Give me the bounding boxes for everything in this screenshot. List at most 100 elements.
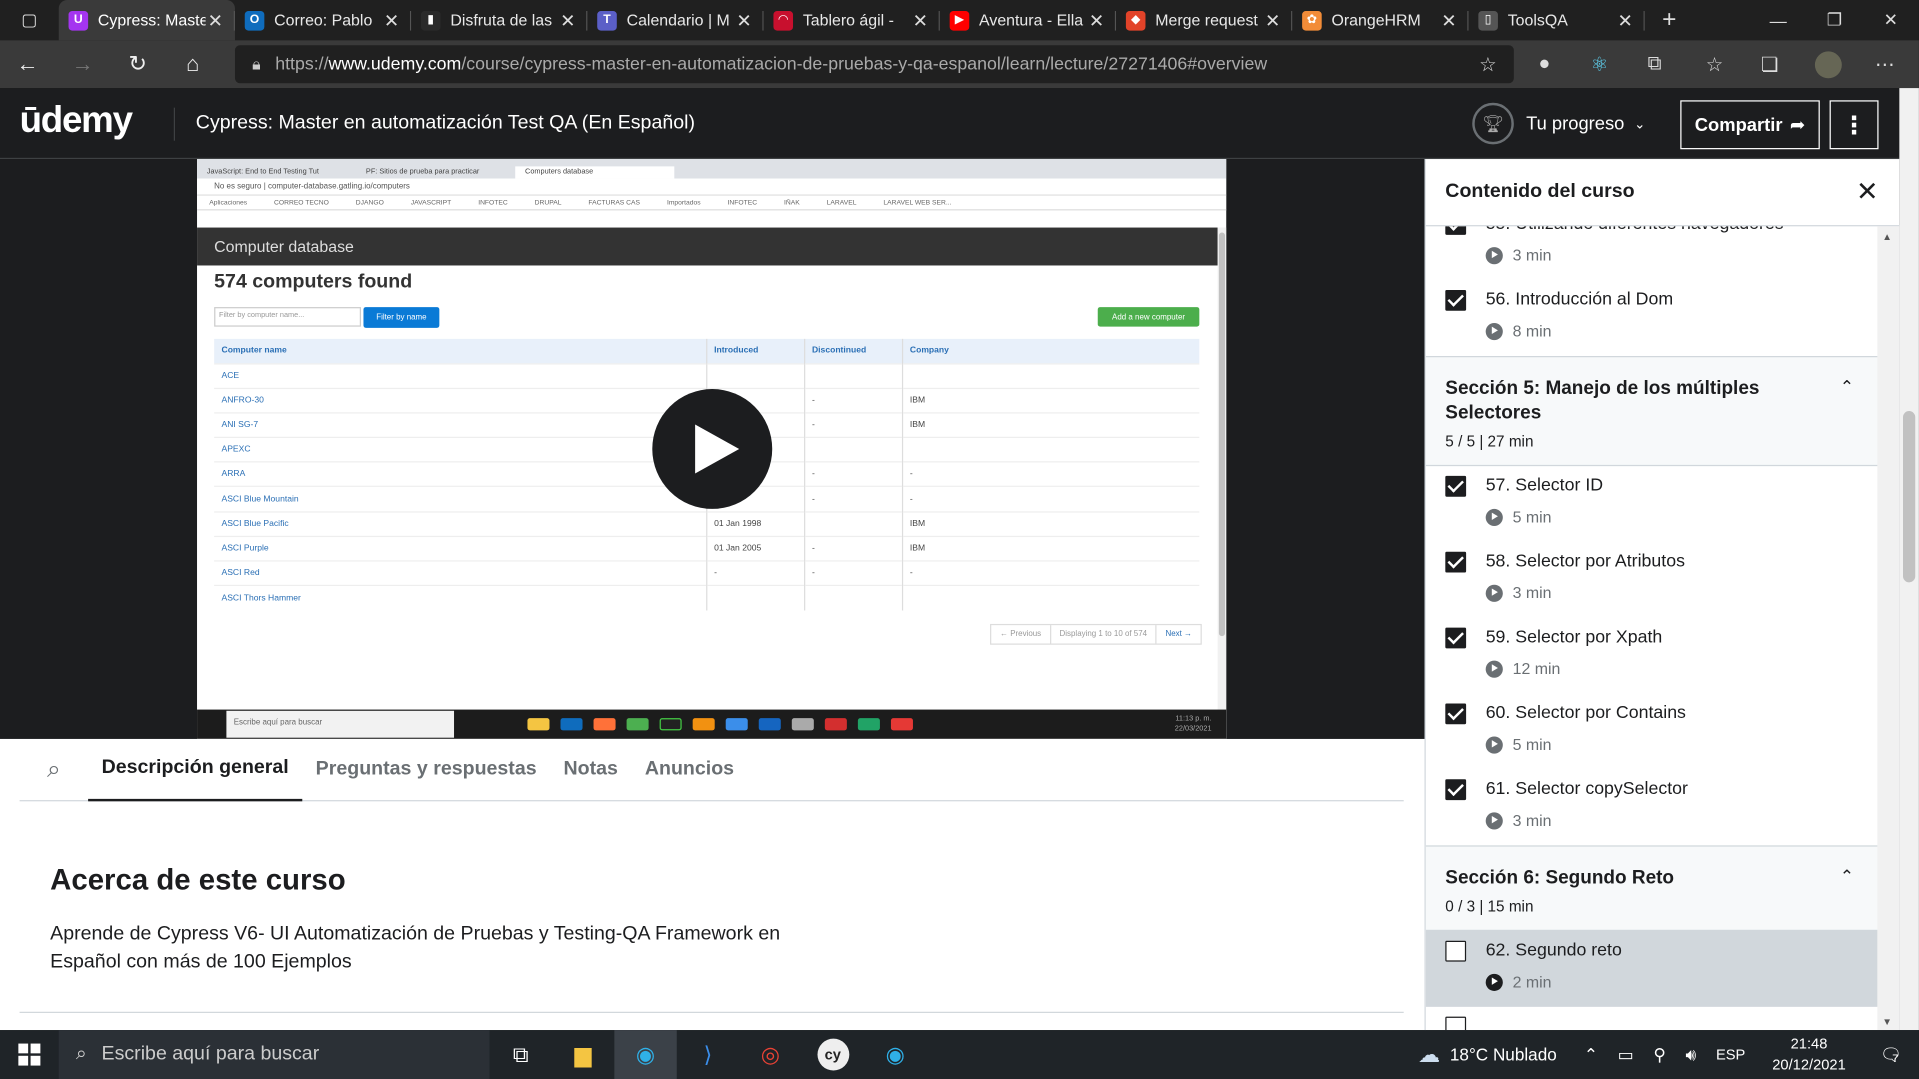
video-player[interactable]: JavaScript: End to End Testing Tut PF: Si… — [0, 159, 1425, 739]
page-scrollbar-thumb[interactable] — [1903, 411, 1916, 583]
search-icon[interactable]: ⌕ — [20, 755, 89, 783]
url-bar[interactable]: 🔒︎ https://www.udemy.com/course/cypress-… — [234, 45, 1514, 84]
browser-tab[interactable]: U Cypress: Master ✕ — [58, 0, 235, 41]
language-indicator[interactable]: ESP — [1716, 1046, 1745, 1063]
progress-button[interactable]: 🏆︎ Tu progreso ⌄ — [1472, 102, 1645, 145]
browser-tab[interactable]: T Calendario | M ✕ — [587, 0, 764, 40]
minimize-button[interactable]: — — [1750, 0, 1806, 40]
chevron-up-icon[interactable]: ⌃ — [1840, 866, 1854, 887]
close-tab-icon[interactable]: ✕ — [1439, 9, 1459, 31]
weather-text[interactable]: 18°C Nublado — [1450, 1045, 1557, 1065]
lecture-item[interactable]: 62. Segundo reto 2 min — [1425, 931, 1879, 1007]
lecture-checkbox[interactable] — [1445, 779, 1467, 801]
close-tab-icon[interactable]: ✕ — [382, 9, 402, 31]
extensions-icon[interactable]: ⧉ — [1633, 40, 1677, 88]
sidebar-scrollbar[interactable]: ▲ ▼ — [1877, 226, 1900, 1031]
close-tab-icon[interactable]: ✕ — [911, 9, 931, 31]
battery-icon[interactable]: ▭ — [1618, 1044, 1634, 1065]
udemy-logo[interactable]: ūdemy — [20, 100, 133, 142]
video-taskbar-time: 11:13 p. m. — [1175, 715, 1212, 724]
show-hidden-icons-icon[interactable]: ⌃ — [1584, 1044, 1598, 1065]
volume-icon[interactable]: 🔊︎ — [1686, 1044, 1697, 1065]
video-table-cell: - — [901, 560, 1200, 586]
lecture-item[interactable] — [1426, 1007, 1879, 1031]
browser-tab[interactable]: ◆ Merge request ✕ — [1116, 0, 1293, 40]
lecture-item[interactable]: 60. Selector por Contains 5 min — [1426, 694, 1879, 770]
lecture-item[interactable]: 58. Selector por Atributos 3 min — [1426, 542, 1879, 618]
close-tab-icon[interactable]: ✕ — [1263, 9, 1283, 31]
close-tab-icon[interactable]: ✕ — [1087, 9, 1107, 31]
browser-menu-icon[interactable]: ⋯ — [1863, 40, 1907, 88]
browser-tab[interactable]: ▯ ToolsQA ✕ — [1469, 0, 1645, 40]
recorder-icon — [890, 718, 913, 731]
clock[interactable]: 21:48 20/12/2021 — [1772, 1034, 1846, 1076]
share-button[interactable]: Compartir ➦ — [1680, 100, 1820, 150]
refresh-button[interactable]: ↻ — [110, 40, 165, 88]
notifications-icon[interactable]: 🗨︎ 7 — [1880, 1044, 1902, 1065]
page-scrollbar[interactable] — [1899, 88, 1919, 1031]
section-header[interactable]: Sección 5: Manejo de los múltiples Selec… — [1425, 356, 1879, 467]
close-sidebar-icon[interactable]: ✕ — [1856, 176, 1879, 208]
cypress-icon — [791, 718, 814, 731]
collections-icon[interactable]: ❏ — [1748, 40, 1792, 88]
chrome-icon[interactable]: ◎ — [739, 1030, 801, 1079]
favorite-star-icon[interactable]: ☆ — [1479, 52, 1497, 76]
favorites-icon[interactable]: ☆ — [1693, 40, 1737, 88]
lecture-checkbox[interactable] — [1445, 1016, 1467, 1031]
profile-avatar[interactable] — [1806, 40, 1850, 88]
lecture-checkbox[interactable] — [1445, 703, 1467, 725]
browser-tab[interactable]: ▶ Aventura - Ella ✕ — [940, 0, 1117, 40]
lecture-checkbox[interactable] — [1445, 940, 1467, 962]
back-button[interactable]: ← — [0, 40, 55, 88]
chevron-up-icon[interactable]: ⌃ — [1840, 377, 1854, 398]
lecture-checkbox[interactable] — [1445, 627, 1467, 649]
browser-tab[interactable]: ✿ OrangeHRM ✕ — [1292, 0, 1469, 40]
tab-qa[interactable]: Preguntas y respuestas — [302, 738, 550, 800]
lecture-item[interactable]: 59. Selector por Xpath 12 min — [1426, 618, 1879, 694]
play-button[interactable] — [652, 389, 773, 509]
home-button[interactable]: ⌂ — [165, 40, 220, 88]
browser-tab[interactable]: ◠ Tablero ágil - ✕ — [764, 0, 940, 40]
section-header[interactable]: Sección 6: Segundo Reto 0 / 3 | 15 min ⌃ — [1425, 845, 1879, 932]
extension-d-icon[interactable]: ● — [1522, 40, 1566, 88]
tab-notes[interactable]: Notas — [550, 738, 631, 800]
scroll-down-icon[interactable]: ▼ — [1882, 1017, 1892, 1028]
network-icon[interactable]: ⚲ — [1653, 1044, 1666, 1065]
edge-icon[interactable]: ◉ — [614, 1030, 677, 1079]
browser-tab[interactable]: ▮ Disfruta de las ✕ — [411, 0, 588, 40]
edge-dev-icon[interactable]: ◉ — [864, 1030, 926, 1079]
browser-tab[interactable]: O Correo: Pablo ✕ — [235, 0, 412, 40]
lecture-checkbox[interactable] — [1445, 475, 1467, 497]
more-options-button[interactable]: ⋮ — [1829, 100, 1879, 150]
lecture-item[interactable]: 56. Introducción al Dom 8 min — [1426, 280, 1879, 356]
close-tab-icon[interactable]: ✕ — [558, 9, 578, 31]
video-bookmark: CORREO TECNO — [273, 198, 329, 207]
vscode-icon[interactable]: ⟩ — [677, 1030, 739, 1079]
tab-overview[interactable]: Descripción general — [88, 738, 303, 801]
lecture-checkbox[interactable] — [1445, 551, 1467, 573]
cypress-icon[interactable]: cy — [802, 1030, 864, 1079]
lecture-checkbox[interactable] — [1445, 226, 1467, 235]
lecture-item[interactable]: 55. Utilizando diferentes navegadores 3 m… — [1426, 226, 1879, 280]
maximize-button[interactable]: ❐ — [1806, 0, 1862, 40]
tab-actions-icon[interactable]: ▢ — [0, 0, 59, 40]
file-explorer-icon[interactable]: ▆ — [552, 1030, 614, 1079]
tab-announcements[interactable]: Anuncios — [631, 738, 747, 800]
lecture-checkbox[interactable] — [1445, 289, 1467, 311]
close-tab-icon[interactable]: ✕ — [1615, 9, 1635, 31]
taskbar-search[interactable]: ⌕ Escribe aquí para buscar — [58, 1030, 490, 1079]
forward-button[interactable]: → — [55, 40, 110, 88]
task-view-icon[interactable]: ⧉ — [490, 1030, 552, 1079]
lecture-duration: 2 min — [1485, 973, 1552, 991]
new-tab-button[interactable]: + — [1645, 6, 1694, 34]
lecture-item[interactable]: 61. Selector copySelector 3 min — [1426, 770, 1879, 846]
react-devtools-icon[interactable]: ⚛ — [1577, 40, 1621, 88]
scroll-up-icon[interactable]: ▲ — [1882, 231, 1892, 242]
lecture-item[interactable]: 57. Selector ID 5 min — [1426, 466, 1879, 542]
course-title[interactable]: Cypress: Master en automatización Test Q… — [196, 113, 695, 135]
video-taskbar-date: 22/03/2021 — [1174, 725, 1212, 733]
close-tab-icon[interactable]: ✕ — [206, 9, 226, 31]
start-button[interactable] — [0, 1030, 59, 1079]
close-window-button[interactable]: ✕ — [1863, 0, 1919, 40]
close-tab-icon[interactable]: ✕ — [734, 9, 754, 31]
